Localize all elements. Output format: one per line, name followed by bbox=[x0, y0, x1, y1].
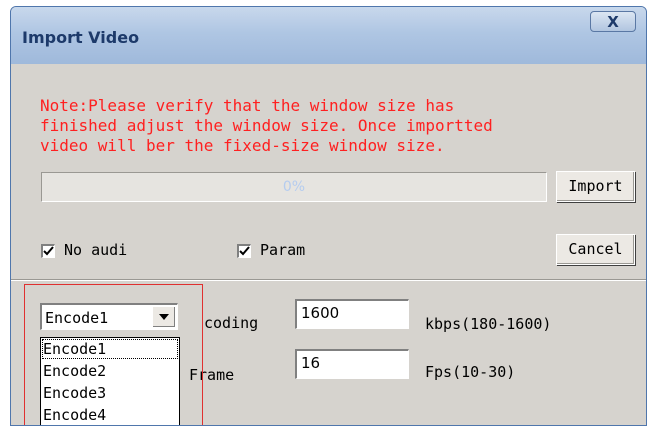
import-progress-bar: 0% bbox=[41, 172, 547, 202]
frame-rate-input[interactable]: 16 bbox=[295, 349, 409, 379]
encoder-dropdown-list: Encode1 Encode2 Encode3 Encode4 bbox=[40, 337, 180, 425]
frame-range-label: Fps(10-30) bbox=[425, 363, 516, 381]
close-icon: X bbox=[607, 13, 619, 31]
dropdown-button[interactable] bbox=[152, 306, 176, 328]
dropdown-option[interactable]: Encode2 bbox=[41, 360, 179, 382]
dropdown-option[interactable]: Encode3 bbox=[41, 382, 179, 404]
coding-label: coding bbox=[204, 314, 259, 332]
dialog-body: Note:Please verify that the window size … bbox=[11, 64, 646, 425]
param-label: Param bbox=[260, 241, 306, 259]
window-title: Import Video bbox=[22, 28, 140, 47]
import-video-dialog: Import Video X Note:Please verify that t… bbox=[10, 6, 647, 426]
dropdown-option[interactable]: Encode1 bbox=[41, 338, 179, 360]
encoder-selected-value: Encode1 bbox=[45, 309, 109, 327]
chevron-down-icon bbox=[159, 314, 169, 320]
dropdown-option[interactable]: Encode4 bbox=[41, 404, 179, 425]
checkmark-icon bbox=[43, 246, 54, 256]
note-text: Note:Please verify that the window size … bbox=[40, 96, 493, 155]
no-audio-checkbox[interactable] bbox=[41, 244, 55, 258]
title-bar[interactable]: Import Video X bbox=[11, 7, 646, 64]
divider bbox=[11, 279, 646, 281]
frame-label: Frame bbox=[189, 366, 235, 384]
no-audio-label: No audi bbox=[64, 241, 128, 259]
progress-percent: 0% bbox=[282, 179, 306, 195]
coding-bitrate-input[interactable]: 1600 bbox=[295, 299, 409, 329]
cancel-button[interactable]: Cancel bbox=[556, 234, 635, 265]
encoder-select[interactable]: Encode1 bbox=[40, 303, 178, 330]
import-button[interactable]: Import bbox=[556, 171, 635, 202]
checkmark-icon bbox=[239, 246, 250, 256]
param-checkbox[interactable] bbox=[237, 244, 251, 258]
coding-range-label: kbps(180-1600) bbox=[425, 315, 552, 333]
close-button[interactable]: X bbox=[590, 11, 636, 32]
